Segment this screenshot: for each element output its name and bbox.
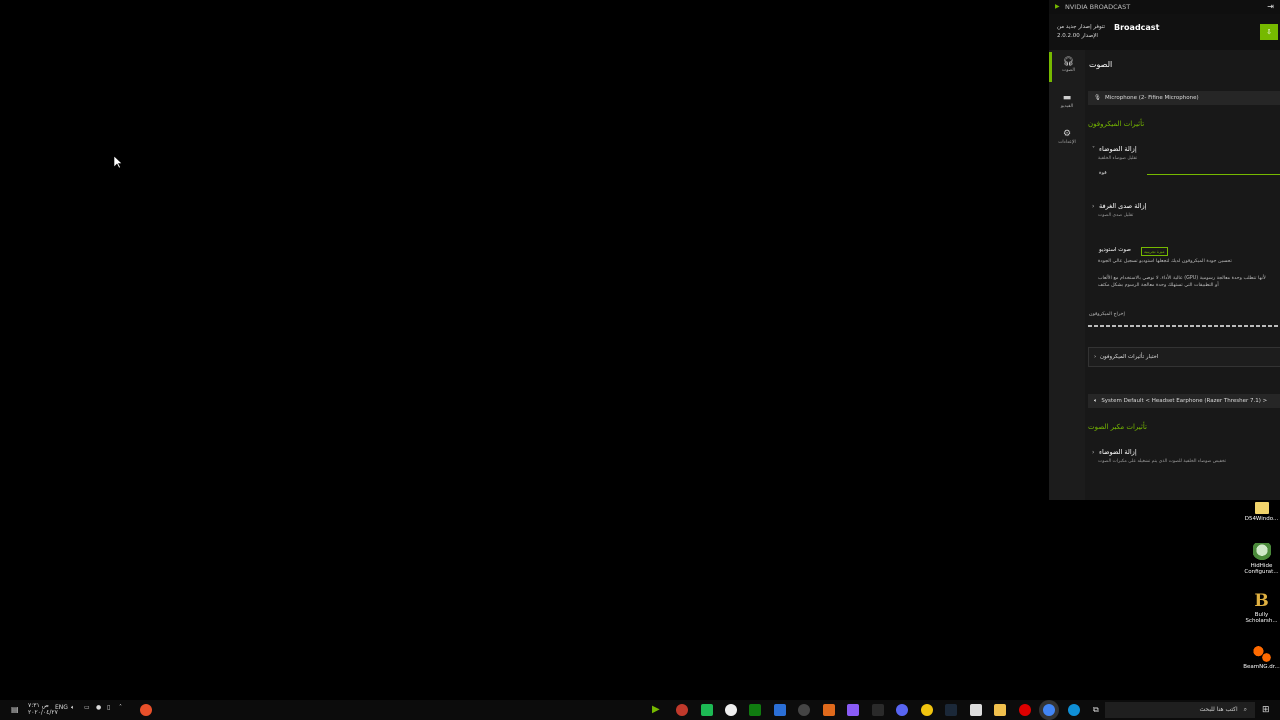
clock[interactable]: ص ٧:٣١ ٢٠٢٠/٠٤/٢٧ [28, 702, 58, 716]
sidebar-item-label: الإعدادات [1058, 140, 1076, 145]
microphone-tray-icon[interactable]: ● [96, 704, 101, 711]
mic-device-label: Microphone (2- Fifine Microphone) [1104, 95, 1199, 101]
desktop-icon-d54windows[interactable]: D54Windo... [1243, 500, 1280, 522]
chrome-icon[interactable] [1043, 704, 1055, 716]
mic-level-meter [1088, 325, 1280, 327]
chevron-down-icon[interactable]: ˅ [1092, 146, 1095, 153]
app-white-icon[interactable] [725, 704, 737, 716]
edge-icon[interactable] [1068, 704, 1080, 716]
search-input[interactable]: اكتب هنا للبحث ⌕ [1105, 702, 1255, 718]
app-red-icon[interactable] [676, 704, 688, 716]
speaker-device-select[interactable]: 🔈︎ System Default < Headset Earphone (Raz… [1088, 394, 1280, 408]
studio-voice-title: صوت استوديو [1099, 247, 1131, 253]
battery-icon[interactable]: ▯ [107, 704, 110, 711]
mic-effects-title: تأثيرات الميكروفون [1088, 120, 1145, 128]
nvidia-taskbar-icon[interactable]: ▶ [652, 704, 664, 716]
app-yellow-icon[interactable] [921, 704, 933, 716]
mic-device-select[interactable]: 🎙︎ Microphone (2- Fifine Microphone) [1088, 91, 1280, 105]
nvidia-broadcast-window: ▶ NVIDIA BROADCAST ⇥ Broadcast تتوفر إصد… [1049, 0, 1280, 500]
app-blue-icon[interactable] [774, 704, 786, 716]
gpu-note-line1: عالية الأداء. لا نوصي بالاستخدام مع الأل… [1098, 276, 1266, 281]
window-title: NVIDIA BROADCAST [1065, 3, 1131, 11]
microphone-icon: 🎙︎ [1094, 95, 1101, 101]
windows-start-icon[interactable]: ⊞ [1262, 704, 1274, 716]
gpu-note-line2: أو التطبيقات التي تستهلك وحدة معالجة الر… [1098, 283, 1219, 288]
update-button[interactable]: ⇩ [1260, 24, 1278, 40]
echo-removal-title: إزالة صدى الغرفة [1099, 202, 1147, 210]
speaker-noise-title: إزالة الضوضاء [1099, 448, 1137, 456]
app-dark-icon[interactable] [872, 704, 884, 716]
notification-icon[interactable]: ▤ [11, 704, 23, 716]
app-gray-icon[interactable] [798, 704, 810, 716]
folder-icon [1254, 502, 1269, 514]
store-icon[interactable] [970, 704, 982, 716]
app-brand: Broadcast [1114, 23, 1160, 32]
beta-badge: ميزة تجريبية [1141, 247, 1168, 256]
mic-output-label: إخراج الميكروفون [1089, 312, 1125, 317]
chevron-right-icon[interactable]: › [1092, 203, 1094, 210]
app-icon [1252, 543, 1271, 561]
app-header: Broadcast تتوفر إصدار جديد من الإصدار 2.… [1049, 14, 1280, 50]
bully-icon: B [1254, 591, 1269, 611]
echo-removal-subtitle: تقليل صدى الصوت [1098, 213, 1134, 218]
clock-time: ص ٧:٣١ [28, 702, 49, 709]
test-mic-label: اختبار تأثيرات الميكروفون [1099, 354, 1159, 360]
desktop-icon-label: HidHide Configurat... [1244, 563, 1279, 575]
language-indicator[interactable]: ENG [55, 704, 68, 711]
taskbar: ▤ ص ٧:٣١ ٢٠٢٠/٠٤/٢٧ ENG 🔈︎ ▭ ● ▯ ˄ ▶ ⧉ ا… [0, 700, 1280, 720]
network-icon[interactable]: ▭ [84, 704, 90, 711]
chevron-up-icon[interactable]: ˄ [119, 704, 122, 711]
section-title: الصوت [1089, 60, 1113, 69]
desktop-icon-beamng[interactable]: BeamNG.dr... [1243, 644, 1280, 670]
search-icon: ⌕ [1243, 706, 1247, 713]
sidebar-item-settings[interactable]: ⚙ الإعدادات [1049, 124, 1085, 154]
update-version: الإصدار 2.0.2.00 [1057, 33, 1098, 39]
noise-removal-title: إزالة الضوضاء [1099, 145, 1137, 153]
desktop-icon-label: Bully Scholarsh... [1245, 612, 1278, 624]
speaker-effects-title: تأثيرات مكبر الصوت [1088, 423, 1147, 431]
sidebar-item-video[interactable]: ▬ الفيديو [1049, 88, 1085, 118]
desktop-icon-label: D54Windo... [1244, 516, 1279, 522]
app-green-icon[interactable] [701, 704, 713, 716]
camera-icon: ▬ [1062, 93, 1072, 103]
desktop-icon-hidhide[interactable]: HidHide Configurat... [1243, 543, 1280, 575]
sidebar-item-audio[interactable]: 🎧︎ الصوت [1049, 52, 1085, 82]
main-panel: الصوت 🎙︎ Microphone (2- Fifine Microphone… [1085, 50, 1280, 500]
chevron-right-icon: › [1094, 354, 1097, 360]
exit-icon[interactable]: ⇥ [1267, 0, 1274, 14]
app-orange-icon[interactable] [823, 704, 835, 716]
sidebar-item-label: الفيديو [1060, 104, 1074, 109]
speaker-device-label: System Default < Headset Earphone (Razer… [1101, 398, 1268, 404]
studio-voice-subtitle: تحسين جودة الميكروفون لديك لتجعلها استود… [1098, 259, 1232, 264]
test-mic-effects-button[interactable]: › اختبار تأثيرات الميكروفون [1088, 347, 1280, 367]
noise-removal-subtitle: تقليل ضوضاء الخلفية [1098, 156, 1138, 161]
nvidia-logo-icon: ▶ [1055, 3, 1060, 10]
beamng-icon [1252, 644, 1271, 662]
mouse-cursor [113, 154, 123, 173]
desktop-icon-bully[interactable]: B Bully Scholarsh... [1243, 592, 1280, 624]
title-bar: ▶ NVIDIA BROADCAST ⇥ [1049, 0, 1280, 14]
xbox-icon[interactable] [749, 704, 761, 716]
headset-icon: 🎧︎ [1062, 57, 1075, 67]
sidebar-item-label: الصوت [1061, 68, 1076, 73]
clock-date: ٢٠٢٠/٠٤/٢٧ [28, 709, 58, 716]
desktop-icon-label: BeamNG.dr... [1243, 664, 1280, 670]
chevron-right-icon[interactable]: › [1092, 449, 1094, 456]
file-explorer-icon[interactable] [994, 704, 1006, 716]
opera-icon[interactable] [1019, 704, 1031, 716]
tray-app-icon[interactable] [140, 704, 152, 716]
search-placeholder: اكتب هنا للبحث [1199, 706, 1238, 713]
gear-icon: ⚙ [1062, 129, 1072, 139]
app-purple-icon[interactable] [847, 704, 859, 716]
update-notice: تتوفر إصدار جديد من [1057, 24, 1106, 30]
task-view-icon[interactable]: ⧉ [1093, 704, 1105, 716]
discord-icon[interactable] [896, 704, 908, 716]
sidebar: 🎧︎ الصوت ▬ الفيديو ⚙ الإعدادات [1049, 50, 1085, 500]
steam-icon[interactable] [945, 704, 957, 716]
volume-icon[interactable]: 🔈︎ [71, 704, 75, 712]
strength-label: قوة [1099, 170, 1107, 176]
speaker-icon: 🔈︎ [1094, 398, 1098, 404]
strength-slider[interactable] [1147, 174, 1280, 175]
speaker-noise-subtitle: تخفيض ضوضاء الخلفية للصوت الذي يتم تشغيل… [1098, 459, 1227, 464]
